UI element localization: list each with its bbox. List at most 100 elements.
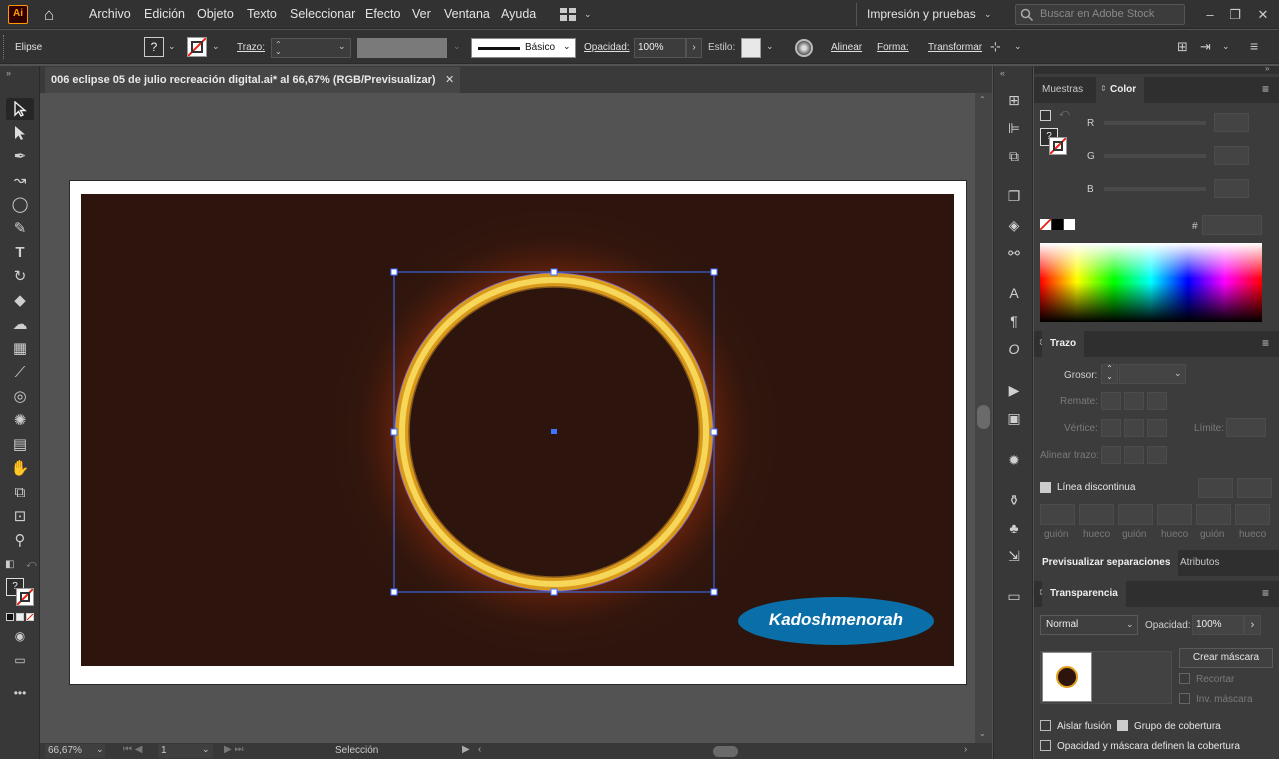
bbox-handle-br[interactable] [710,588,718,596]
eclipse-artwork[interactable]: Kadoshmenorah [81,194,954,666]
menu-seleccionar[interactable]: Seleccionar [290,0,355,29]
stroke-weight-stepper-icon[interactable]: ⌃ ⌄ [1101,364,1118,384]
tab-attributes[interactable]: Atributos [1172,550,1227,576]
dash-2-input[interactable] [1118,504,1153,525]
transparency-opacity-input[interactable]: 100% [1192,615,1244,635]
white-swatch[interactable] [1064,219,1075,230]
paintbrush-tool-icon[interactable]: ✎ [6,218,34,240]
stroke-weight-chevron-icon[interactable]: ⌄ [338,41,346,52]
stepper-icon[interactable]: ⌃ ⌄ [275,41,282,56]
opacity-arrow-icon[interactable]: › [686,38,702,58]
value-r-input[interactable] [1214,113,1249,132]
tab-separations-preview[interactable]: Previsualizar separaciones [1034,550,1179,576]
document-tab[interactable]: 006 eclipse 05 de julio recreación digit… [45,67,460,94]
workspace-switcher[interactable]: Impresión y pruebas [867,0,976,29]
blend-mode-select[interactable]: Normal [1040,615,1138,635]
artboard-chevron-icon[interactable]: ⌄ [202,744,210,755]
restore-icon[interactable]: ❐ [1222,0,1248,29]
scroll-up-icon[interactable]: ⌃ [979,95,986,104]
menu-ventana[interactable]: Ventana [444,0,490,29]
blend-tool-icon[interactable]: ◎ [6,386,34,408]
opacity-mask-knockout-checkbox[interactable] [1040,740,1051,751]
stroke-panel-menu-icon[interactable]: ≡ [1262,336,1269,350]
curvature-tool-icon[interactable]: ↝ [6,170,34,192]
collapse-dock-icon[interactable]: » [1265,64,1269,73]
style-chevron-icon[interactable]: ⌄ [766,41,774,52]
bbox-handle-tl[interactable] [390,268,398,276]
vertical-scroll-thumb[interactable] [977,405,990,429]
round-cap-button[interactable] [1124,392,1144,410]
zoom-chevron-icon[interactable]: ⌄ [96,744,104,755]
invert-mask-checkbox[interactable] [1179,693,1190,704]
slider-g[interactable] [1104,154,1206,158]
symbols-panel-icon[interactable]: ♣ [1002,517,1026,539]
slider-b[interactable] [1104,187,1206,191]
color-swap-icon[interactable]: ⤺ [1059,108,1070,119]
scroll-down-icon[interactable]: ⌄ [979,729,986,738]
none-swatch[interactable] [1040,219,1051,230]
workspace-chevron-icon[interactable]: ⌄ [984,9,992,20]
recolor-artwork-icon[interactable] [795,39,813,57]
chevron-down-icon[interactable]: ⌄ [584,9,592,20]
fill-chevron-icon[interactable]: ⌄ [168,41,176,52]
horizontal-scroll-thumb[interactable] [713,746,738,757]
clip-checkbox[interactable] [1179,673,1190,684]
transparency-menu-icon[interactable]: ≡ [1262,586,1269,600]
first-artboard-icon[interactable]: ⏮ ◀ [123,744,142,755]
trazo-label[interactable]: Trazo: [237,42,265,53]
object-thumbnail[interactable] [1042,652,1092,702]
symbol-sprayer-tool-icon[interactable]: ✺ [6,410,34,432]
align-outside-button[interactable] [1147,446,1167,464]
knockout-group-checkbox[interactable] [1117,720,1128,731]
selection-tool-icon[interactable] [6,98,34,120]
gap-2-input[interactable] [1157,504,1192,525]
layers-panel-icon[interactable]: ◈ [1002,214,1026,236]
pen-tool-icon[interactable]: ✒ [6,146,34,168]
value-g-input[interactable] [1214,146,1249,165]
transform-link[interactable]: Transformar [928,42,982,53]
arrange-documents-icon[interactable] [560,8,576,21]
layers-copy-panel-icon[interactable]: ❐ [1002,185,1026,207]
round-join-button[interactable] [1124,419,1144,437]
blend-mode-chevron-icon[interactable]: ⌄ [1126,619,1134,630]
rotate-tool-icon[interactable]: ↻ [6,266,34,288]
close-window-icon[interactable]: ✕ [1250,0,1276,29]
control-menu-icon[interactable]: ≡ [1250,38,1258,54]
color-mode-icon[interactable] [6,613,14,621]
black-swatch[interactable] [1052,219,1063,230]
none-mode-icon[interactable] [26,613,34,621]
status-menu-arrow-icon[interactable]: ▶ [462,744,470,755]
scroll-left-icon[interactable]: ‹ [478,744,481,755]
align-link[interactable]: Alinear [831,42,862,53]
bevel-join-button[interactable] [1147,419,1167,437]
bbox-handle-bl[interactable] [390,588,398,596]
eyedropper-tool-icon[interactable]: ⟋ [6,362,34,384]
bbox-handle-bc[interactable] [550,588,558,596]
warp-tool-icon[interactable]: ☁ [6,314,34,336]
align-inside-button[interactable] [1124,446,1144,464]
variable-width-profile[interactable] [357,38,447,58]
align-center-button[interactable] [1101,446,1121,464]
dash-preserve-button[interactable] [1198,478,1233,498]
actions-panel-icon[interactable]: ▶ [1002,379,1026,401]
opacity-label[interactable]: Opacidad: [584,42,630,53]
vertical-scrollbar[interactable]: ⌃ ⌄ [975,93,992,743]
tab-transparency[interactable]: Transparencia [1042,581,1126,607]
links-panel-icon[interactable]: ⚯ [1002,242,1026,264]
value-b-input[interactable] [1214,179,1249,198]
limit-input[interactable] [1226,418,1266,437]
align-panel-icon[interactable]: ⊫ [1002,117,1026,139]
menu-edicion[interactable]: Edición [144,0,185,29]
gap-3-input[interactable] [1235,504,1270,525]
type-tool-icon[interactable]: T [6,242,34,264]
create-mask-button[interactable]: Crear máscara [1179,648,1273,668]
miter-join-button[interactable] [1101,419,1121,437]
gradient-panel-icon[interactable]: ▭ [1002,585,1026,607]
collapse-strip-icon[interactable]: « [1000,68,1005,78]
color-default-icon[interactable] [1040,110,1051,121]
eraser-tool-icon[interactable]: ◆ [6,290,34,312]
brush-chevron-icon[interactable]: ⌄ [563,41,571,52]
profile-chevron-icon[interactable]: ⌄ [453,41,461,52]
stock-search-input[interactable]: Buscar en Adobe Stock [1015,4,1185,25]
bbox-handle-tc[interactable] [550,268,558,276]
